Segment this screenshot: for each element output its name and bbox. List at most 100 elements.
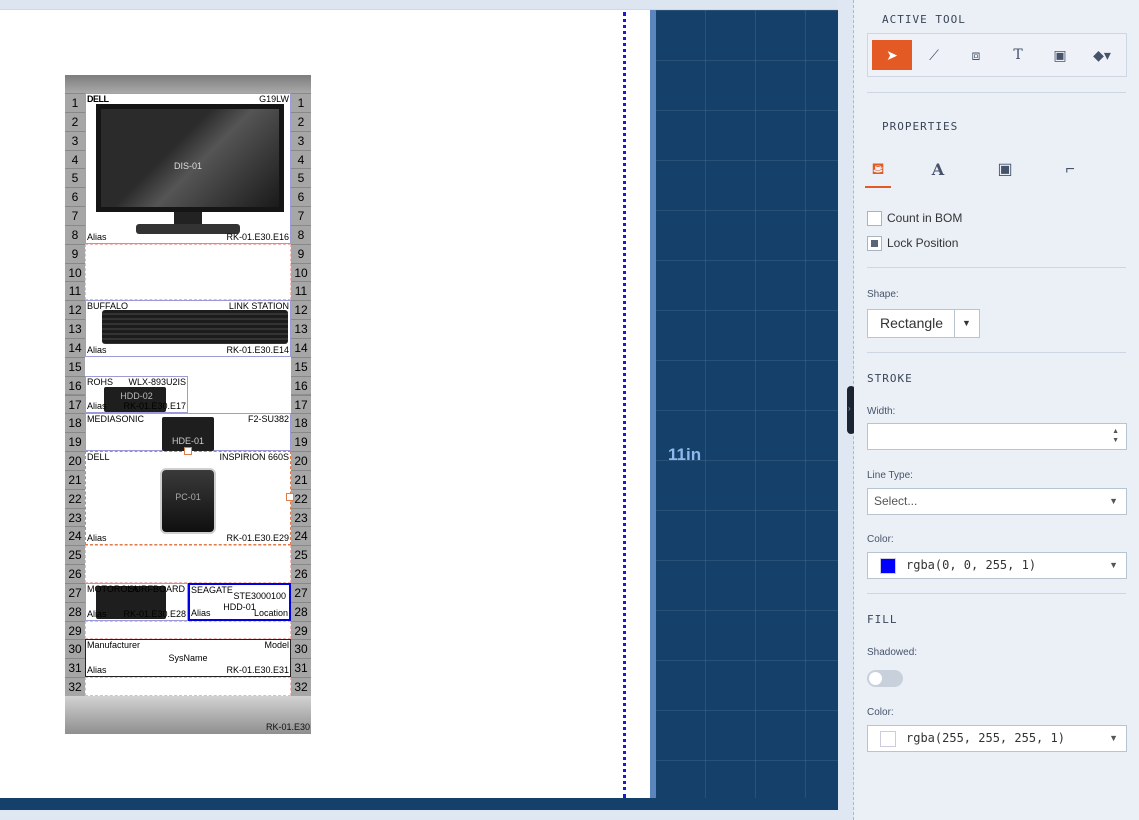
resize-handle-top[interactable] <box>184 447 192 455</box>
tab-image[interactable]: ▣ <box>992 158 1018 188</box>
rack[interactable]: 1 2 3 4 5 6 7 8 9 10 11 12 13 14 15 16 17 18 19 20 21 22 23 24 2… <box>65 75 311 734</box>
toggle-knob <box>869 672 882 685</box>
rack-unit-number: 16 <box>65 375 85 395</box>
stepper-icon[interactable]: ▲ ▼ <box>1112 427 1119 445</box>
rack-unit-number: 32 <box>65 677 85 696</box>
line-type-select[interactable]: Select... ▼ <box>867 488 1127 515</box>
stroke-color-select[interactable]: rgba(0, 0, 255, 1) ▼ <box>867 552 1127 579</box>
nas-image <box>102 310 288 345</box>
properties-title: PROPERTIES <box>882 120 959 133</box>
rack-unit-number: 21 <box>291 469 311 489</box>
chevron-down-icon: ▼ <box>1109 560 1118 570</box>
rack-interior: DELL G19LW DIS-01 Alias RK-01.E30.E16 BU… <box>85 93 294 696</box>
rack-unit-number: 3 <box>65 130 85 150</box>
device-template[interactable]: Manufacturer Model SysName Alias RK-01.E… <box>85 639 291 677</box>
rack-unit-number: 32 <box>291 677 311 696</box>
device-manufacturer: BUFFALO <box>87 301 129 312</box>
rack-unit-number: 8 <box>65 224 85 244</box>
stroke-width-input[interactable]: ▲ ▼ <box>867 423 1127 450</box>
rack-unit-number: 2 <box>65 111 85 131</box>
lock-position-row[interactable]: Lock Position <box>867 236 958 254</box>
select-separator <box>954 310 955 337</box>
rack-unit-number: 18 <box>65 413 85 433</box>
chevron-down-icon: ▼ <box>1109 496 1118 506</box>
paint-bucket-icon: ⛾ <box>871 161 885 178</box>
stroke-title: STROKE <box>867 372 913 385</box>
lock-position-checkbox[interactable] <box>867 236 882 252</box>
empty-slot[interactable] <box>85 677 291 696</box>
rack-rail-right: 1 2 3 4 5 6 7 8 9 10 11 12 13 14 15 16 17 18 19 20 21 22 23 24 2… <box>291 93 311 696</box>
shape-select[interactable]: Rectangle ▼ <box>867 309 980 338</box>
count-in-bom-row[interactable]: Count in BOM <box>867 211 962 229</box>
image-tool[interactable]: ▣ <box>1040 40 1080 70</box>
count-in-bom-label: Count in BOM <box>887 211 963 225</box>
dimension-label: 11in <box>668 445 702 464</box>
device-motorola[interactable]: MOTOROLA SURFBOARD Alias RK-01.E30.E28 <box>85 582 188 621</box>
rack-unit-number: 14 <box>291 337 311 357</box>
blueprint-grid-bottom <box>0 798 838 810</box>
rack-unit-number: 28 <box>65 601 85 621</box>
rack-unit-number: 30 <box>65 639 85 659</box>
text-tool[interactable]: T <box>998 40 1038 70</box>
empty-slot[interactable] <box>85 620 291 640</box>
tool-bar: ➤ ⟋ ⧈ T ▣ ◆▾ <box>867 33 1127 77</box>
fill-color-select[interactable]: rgba(255, 255, 255, 1) ▼ <box>867 725 1127 752</box>
device-model: LINK STATION <box>228 301 289 312</box>
device-sysname: HDD-02 <box>120 390 153 401</box>
device-pc[interactable]: DELL INSPIRION 660S PC-01 Alias RK-01.E3… <box>85 447 294 546</box>
rack-unit-number: 13 <box>291 319 311 338</box>
select-tool[interactable]: ➤ <box>872 40 912 70</box>
rack-unit-number: 9 <box>65 243 85 263</box>
rack-unit-number: 11 <box>65 281 85 301</box>
rack-unit-number: 20 <box>65 451 85 470</box>
rack-unit-number: 20 <box>291 451 311 470</box>
device-location: RK-01.E30.E17 <box>123 401 186 412</box>
count-in-bom-checkbox[interactable] <box>867 211 882 227</box>
empty-slot[interactable] <box>85 243 291 301</box>
rack-unit-number: 12 <box>291 300 311 320</box>
rack-unit-number: 10 <box>291 262 311 282</box>
rack-unit-number: 12 <box>65 300 85 320</box>
shadowed-toggle[interactable] <box>867 670 903 687</box>
fill-color-label: Color: <box>867 707 894 718</box>
device-location: RK-01.E30.E14 <box>226 344 289 355</box>
tab-fill[interactable]: ⛾ <box>865 158 891 188</box>
tab-text[interactable]: A <box>925 158 951 188</box>
path-tool[interactable]: ⟋ <box>914 40 954 70</box>
drawing-canvas[interactable]: 11in 1 2 3 4 5 6 7 8 9 10 11 12 13 14 15 16 17 18 19 20 21 22… <box>0 0 853 820</box>
device-location: RK-01.E30.E31 <box>226 664 289 675</box>
properties-panel: ACTIVE TOOL ➤ ⟋ ⧈ T ▣ ◆▾ PROPERTIES ⛾ A … <box>854 0 1139 820</box>
rack-unit-number: 4 <box>65 149 85 169</box>
device-rohs[interactable]: ROHS WLX-893U2IS HDD-02 Alias RK-01.E30.… <box>85 375 188 414</box>
device-model: F2-SU382 <box>247 414 289 425</box>
device-model: STE3000100 <box>233 590 286 601</box>
shape-value: Rectangle <box>880 315 944 331</box>
shadowed-label: Shadowed: <box>867 647 918 658</box>
rack-unit-number: 24 <box>65 526 85 546</box>
rack-unit-number: 19 <box>291 432 311 452</box>
device-seagate[interactable]: SEAGATE STE3000100 HDD-01 Alias Location <box>188 582 291 621</box>
rack-unit-number: 29 <box>65 620 85 640</box>
device-mediasonic[interactable]: MEDIASONIC F2-SU382 HDE-01 <box>85 413 291 452</box>
resize-handle-right[interactable] <box>286 493 294 501</box>
tab-line[interactable]: ⌐ <box>1057 158 1083 188</box>
device-nas[interactable]: BUFFALO LINK STATION Alias RK-01.E30.E14 <box>85 300 291 357</box>
lock-position-label: Lock Position <box>887 236 959 250</box>
add-shapes-tool[interactable]: ◆▾ <box>1082 40 1122 70</box>
device-sysname: SysName <box>168 653 208 664</box>
rack-unit-number: 14 <box>65 337 85 357</box>
rack-unit-number: 3 <box>291 130 311 150</box>
shape-tool[interactable]: ⧈ <box>956 40 996 70</box>
divider <box>867 593 1126 594</box>
rack-unit-number: 30 <box>291 639 311 659</box>
device-monitor[interactable]: DELL G19LW DIS-01 Alias RK-01.E30.E16 <box>85 93 291 244</box>
empty-slot[interactable] <box>85 545 291 583</box>
device-manufacturer: Manufacturer <box>87 640 141 651</box>
rack-unit-number: 13 <box>65 319 85 338</box>
step-line-icon: ⌐ <box>1065 161 1075 178</box>
monitor-base <box>136 224 240 234</box>
shape-label: Shape: <box>867 289 899 300</box>
rack-unit-number: 5 <box>291 168 311 188</box>
device-manufacturer: ROHS <box>87 376 114 387</box>
rack-unit-number: 31 <box>291 658 311 678</box>
